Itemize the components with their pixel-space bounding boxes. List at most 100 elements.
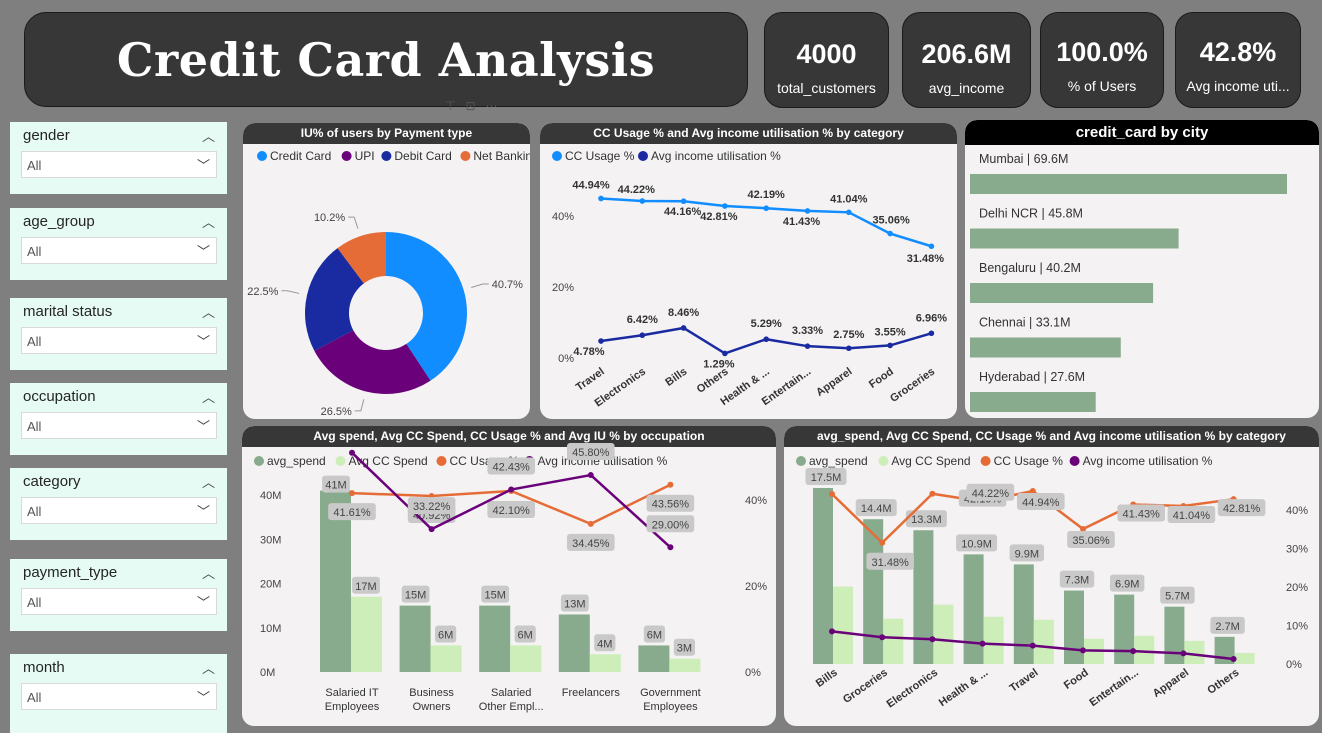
report-title: Credit Card Analysis	[116, 32, 656, 87]
bar-avg-spend	[1064, 590, 1084, 664]
chevron-up-icon[interactable]: ︿	[202, 126, 215, 145]
legend-label: Net Banking	[473, 149, 530, 163]
data-label: 29.00%	[652, 519, 690, 531]
series-point	[879, 539, 886, 546]
city-bar	[970, 228, 1179, 249]
data-label: 41.43%	[1123, 508, 1161, 520]
legend-label: Avg income utilisation %	[1083, 454, 1213, 468]
series-point	[680, 325, 687, 331]
kpi-avg-income: 206.6M avg_income	[902, 12, 1031, 108]
chevron-up-icon[interactable]: ︿	[202, 472, 215, 491]
slicer-value: All	[27, 595, 42, 610]
slice-label: 40.7%	[492, 279, 523, 291]
data-label: 10.9M	[961, 538, 992, 550]
slicer-month[interactable]: month ︿ All ﹀	[10, 654, 227, 733]
y-right-tick: 20%	[1286, 582, 1308, 594]
slicer-dropdown[interactable]: All ﹀	[21, 497, 217, 524]
city-bar-chart[interactable]: Mumbai | 69.6M Delhi NCR | 45.8M Bengaluru…	[965, 120, 1319, 418]
data-label: 13.3M	[911, 514, 942, 526]
x-tick-label: Electronics	[885, 667, 940, 711]
data-label: 7.3M	[1065, 575, 1089, 587]
point-label: 8.46%	[668, 307, 699, 319]
chevron-down-icon[interactable]: ﹀	[197, 241, 210, 260]
category-combo-panel[interactable]: avg_spend, Avg CC Spend, CC Usage % and …	[784, 426, 1319, 726]
slicer-dropdown[interactable]: All ﹀	[21, 151, 217, 178]
point-label: 5.29%	[751, 318, 782, 330]
legend-marker	[460, 151, 471, 161]
bar-avg-cc-spend	[430, 645, 462, 672]
visual-header-icons[interactable]: ⊤⊡⋯	[445, 99, 508, 113]
legend-marker	[254, 456, 264, 466]
chevron-up-icon[interactable]: ︿	[202, 302, 215, 321]
legend-label: Avg CC Spend	[891, 454, 970, 468]
data-label: 44.22%	[972, 488, 1010, 500]
bar-avg-cc-spend	[883, 618, 904, 664]
slicer-payment-type[interactable]: payment_type ︿ All ﹀	[10, 559, 227, 631]
point-label: 31.48%	[907, 253, 945, 265]
chevron-down-icon[interactable]: ﹀	[197, 592, 210, 611]
leader-line	[354, 399, 365, 412]
series-point	[979, 640, 986, 647]
series-point	[1080, 647, 1086, 654]
x-tick-label: Health & ...	[937, 667, 990, 709]
series-point	[887, 342, 893, 349]
x-tick-label: Food	[1062, 667, 1091, 692]
payment-type-donut-panel[interactable]: IU% of users by Payment type Credit Card…	[243, 123, 530, 419]
series-point	[722, 203, 728, 209]
slicer-occupation[interactable]: occupation ︿ All ﹀	[10, 383, 227, 455]
data-label: 17M	[355, 581, 376, 593]
series-point	[508, 486, 515, 493]
slicer-title: marital status	[23, 303, 113, 320]
slicer-dropdown[interactable]: All ﹀	[21, 412, 217, 439]
data-label: 2.7M	[1215, 621, 1239, 633]
x-tick-label: Apparel	[1151, 667, 1191, 700]
occupation-combo-panel[interactable]: Avg spend, Avg CC Spend, CC Usage % and …	[242, 426, 776, 726]
legend-marker	[341, 151, 352, 161]
slicer-marital-status[interactable]: marital status ︿ All ﹀	[10, 298, 227, 370]
legend-marker	[381, 151, 392, 161]
point-label: 42.19%	[748, 189, 786, 201]
bar-avg-cc-spend	[1134, 635, 1155, 664]
point-label: 41.04%	[830, 193, 868, 205]
data-label: 43.56%	[652, 499, 690, 511]
slicer-dropdown[interactable]: All ﹀	[21, 588, 217, 615]
series-point	[829, 490, 835, 497]
chevron-down-icon[interactable]: ﹀	[197, 416, 210, 435]
slicer-dropdown[interactable]: All ﹀	[21, 237, 217, 264]
slicer-value: All	[27, 158, 42, 173]
chevron-up-icon[interactable]: ︿	[202, 387, 215, 406]
chevron-down-icon[interactable]: ﹀	[197, 155, 210, 174]
legend-label: avg_spend	[267, 454, 326, 468]
occupation-combo-chart[interactable]: avg_spend Avg CC Spend CC Usage % Avg incom…	[242, 426, 776, 726]
city-bar-panel[interactable]: credit_card by city Mumbai | 69.6M Delhi …	[965, 120, 1319, 418]
chevron-down-icon[interactable]: ﹀	[197, 501, 210, 520]
series-point	[846, 345, 852, 352]
slicer-dropdown[interactable]: All ﹀	[21, 683, 217, 710]
chevron-down-icon[interactable]: ﹀	[197, 331, 210, 350]
cc-usage-line-chart[interactable]: CC Usage % Avg income utilisation % 40% 20%…	[540, 123, 957, 419]
bar-avg-cc-spend	[669, 658, 701, 672]
chevron-up-icon[interactable]: ︿	[202, 212, 215, 231]
slicer-category[interactable]: category ︿ All ﹀	[10, 468, 227, 540]
chevron-up-icon[interactable]: ︿	[202, 563, 215, 582]
cc-usage-line-panel[interactable]: CC Usage % and Avg income utilisation % …	[540, 123, 957, 419]
bar-avg-cc-spend	[1184, 640, 1205, 664]
chevron-down-icon[interactable]: ﹀	[197, 687, 210, 706]
slicer-title: category	[23, 473, 81, 490]
slicer-dropdown[interactable]: All ﹀	[21, 327, 217, 354]
data-label: 41.61%	[333, 507, 371, 519]
x-tick-label: Others	[1205, 667, 1241, 697]
x-tick-label: Food	[867, 366, 896, 391]
bar-avg-cc-spend	[589, 654, 621, 672]
category-combo-chart[interactable]: avg_spend Avg CC Spend CC Usage % Avg incom…	[784, 426, 1319, 726]
slicer-value: All	[27, 244, 42, 259]
slicer-title: age_group	[23, 213, 95, 230]
payment-donut-chart[interactable]: Credit Card UPI Debit Card Net Banking 40.7%…	[243, 123, 530, 419]
chevron-up-icon[interactable]: ︿	[202, 658, 215, 677]
y-left-tick: 40M	[260, 490, 281, 502]
bar-avg-cc-spend	[351, 596, 382, 672]
bar-avg-cc-spend	[833, 586, 853, 664]
y-tick-label: 20%	[552, 282, 574, 294]
slicer-age-group[interactable]: age_group ︿ All ﹀	[10, 208, 227, 280]
slicer-gender[interactable]: gender ︿ All ﹀	[10, 122, 227, 194]
